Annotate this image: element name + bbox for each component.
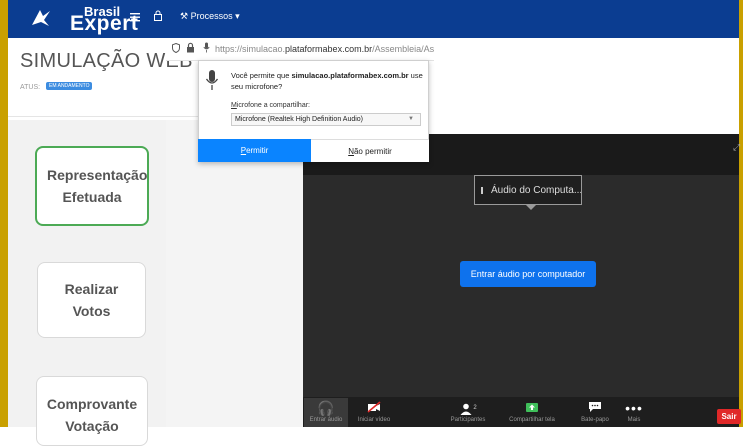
mic-select-label: Microfone a compartilhar: (231, 102, 310, 109)
permission-question: Você permite que simulacao.plataformabex… (231, 70, 426, 92)
allow-button[interactable]: Permitir (198, 139, 311, 162)
microphone-select[interactable]: Microfone (Realtek High Definition Audio… (231, 113, 421, 126)
join-audio-button[interactable]: Entrar áudio por computador (460, 261, 596, 287)
participants-count: 2 (473, 405, 477, 411)
padlock-icon[interactable] (186, 42, 195, 53)
right-gold-border (739, 0, 743, 427)
url-text[interactable]: https://simulacao.plataformabex.com.br/A… (215, 44, 434, 54)
question-site: simulacao.plataformabex.com.br (291, 71, 409, 80)
nav-processos-label: Processos ▾ (190, 11, 240, 21)
hamburger-icon[interactable] (130, 9, 140, 25)
logo-expert-text: Expert (70, 12, 139, 35)
toolbar-participants[interactable]: 2 Participantes (444, 399, 492, 423)
headphones-icon: 🎧 (317, 400, 335, 416)
left-gold-border (0, 0, 8, 427)
toolbar-label: Compartilhar tela (509, 417, 555, 423)
toolbar-label: Mais (627, 417, 641, 423)
toolbar-more[interactable]: ••• Mais (610, 399, 658, 423)
card-label: Comprovante Votação (46, 396, 138, 434)
logo-mark-icon (32, 10, 50, 26)
mic-label-rest: icrofone a compartilhar: (236, 102, 310, 109)
lock-icon[interactable] (154, 8, 162, 24)
chevron-down-icon: ▼ (408, 116, 414, 122)
url-suffix: /Assembleia/As (372, 44, 434, 54)
shield-icon[interactable] (172, 43, 180, 53)
toolbar-label: Entrar áudio (309, 417, 343, 423)
allow-label-rest: ermitir (246, 146, 269, 155)
question-prefix: Você permite que (231, 71, 292, 80)
video-off-icon (350, 399, 398, 417)
deny-button[interactable]: Não permitir (311, 139, 429, 162)
card-representacao-efetuada[interactable]: Representação Efetuada (35, 146, 149, 226)
status-label: ATUS: (20, 84, 41, 91)
microphone-selected-value: Microfone (Realtek High Definition Audio… (235, 116, 364, 123)
toolbar-label: Iniciar vídeo (357, 417, 391, 423)
audio-tooltip-text: Áudio do Computa... (491, 184, 582, 196)
nav-processos-menu[interactable]: ⚒ Processos ▾ (180, 11, 240, 22)
card-label: Realizar Votos (64, 281, 119, 319)
url-prefix: https://simulacao. (215, 44, 286, 54)
middle-panel (166, 120, 303, 427)
brasil-expert-logo[interactable]: Brasil Expert (30, 5, 140, 35)
monitor-icon (481, 186, 483, 194)
card-comprovante-votacao[interactable]: Comprovante Votação (36, 376, 148, 446)
microphone-icon (205, 70, 219, 90)
toolbar-join-audio[interactable]: 🎧 Entrar áudio (302, 399, 350, 423)
microphone-small-icon[interactable] (203, 42, 210, 53)
toolbar-label: Participantes (450, 417, 486, 423)
card-realizar-votos[interactable]: Realizar Votos (37, 262, 146, 338)
share-screen-icon (508, 399, 556, 417)
deny-label-rest: ão permitir (353, 146, 392, 156)
tooltip-arrow (526, 205, 536, 210)
more-icon: ••• (625, 400, 643, 416)
expand-icon[interactable]: ⤢ (733, 142, 740, 153)
toolbar-share-screen[interactable]: Compartilhar tela (508, 399, 556, 423)
card-label: Representação Efetuada (47, 167, 148, 205)
toolbar-start-video[interactable]: Iniciar vídeo (350, 399, 398, 423)
status-badge: EM ANDAMENTO (46, 82, 93, 90)
wrench-icon: ⚒ (180, 11, 189, 21)
audio-tooltip: Áudio do Computa... (474, 175, 582, 205)
exit-meeting-button[interactable]: Sair (717, 409, 741, 424)
participants-icon: 2 (444, 399, 492, 417)
url-domain: plataformabex.com.br (285, 44, 373, 54)
